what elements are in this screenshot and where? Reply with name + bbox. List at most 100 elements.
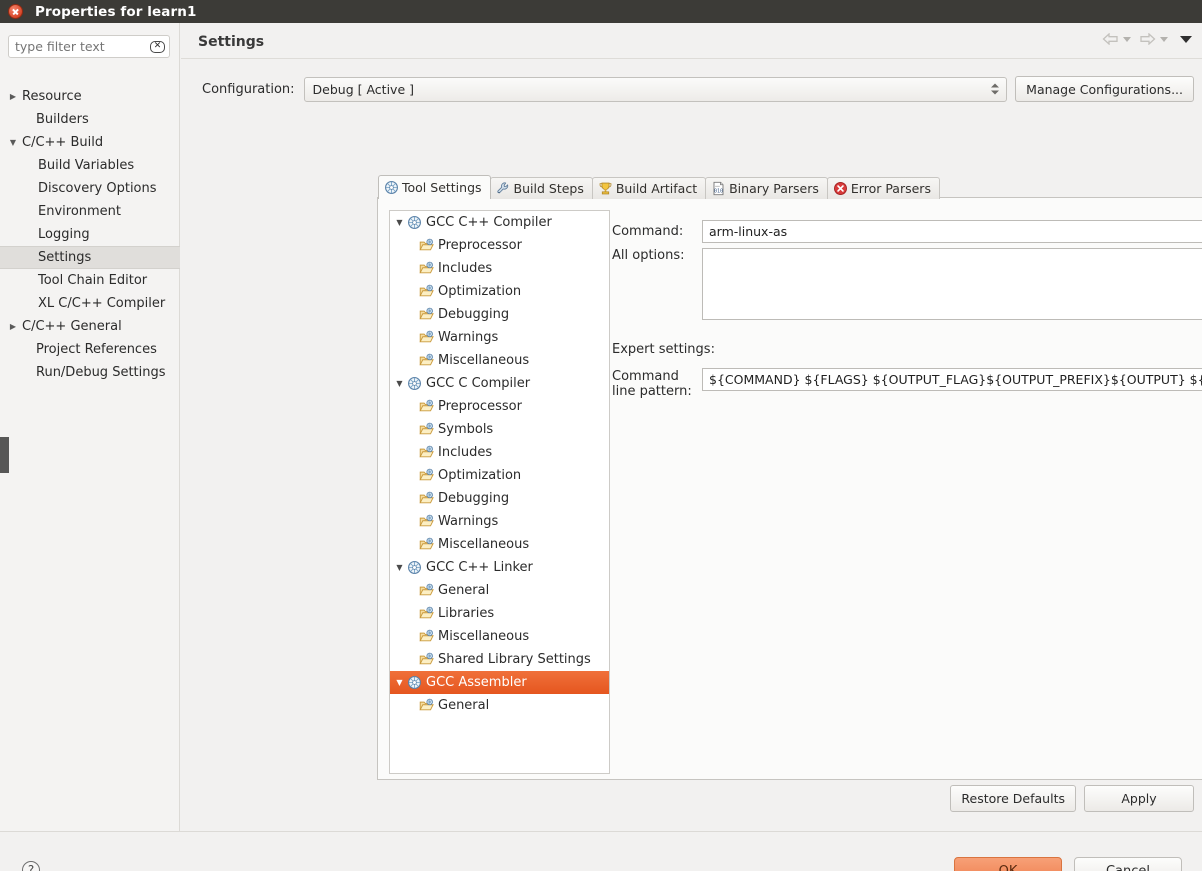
tool-tree-item-label: Shared Library Settings xyxy=(438,652,591,667)
configuration-select[interactable]: Debug [ Active ] xyxy=(303,76,1008,102)
command-input[interactable]: arm-linux-as xyxy=(702,220,1202,243)
sidebar-item-label: XL C/C++ Compiler xyxy=(38,296,166,311)
tool-tree-item[interactable]: Preprocessor xyxy=(390,234,609,257)
tool-tree-item-label: Warnings xyxy=(438,330,499,345)
forward-arrow-icon[interactable] xyxy=(1139,33,1156,45)
manage-configurations-button[interactable]: Manage Configurations... xyxy=(1015,76,1194,102)
tool-tree-item[interactable]: ▼ GCC Assembler xyxy=(390,671,609,694)
tool-tree-item[interactable]: Debugging xyxy=(390,303,609,326)
all-options-textarea[interactable] xyxy=(702,248,1202,320)
sidebar-item-builders[interactable]: Builders xyxy=(0,108,180,131)
back-arrow-icon[interactable] xyxy=(1102,33,1119,45)
command-line-pattern-input[interactable]: ${COMMAND} ${FLAGS} ${OUTPUT_FLAG}${OUTP… xyxy=(702,368,1202,391)
page-title: Settings xyxy=(198,34,265,50)
tool-tree-item[interactable]: Includes xyxy=(390,441,609,464)
option-folder-icon xyxy=(419,422,434,437)
tool-settings-panel: ▼ GCC C++ Compiler Preprocessor Includes Opt… xyxy=(377,197,1202,780)
filter-box[interactable]: ✕ xyxy=(8,35,170,58)
sidebar-item-logging[interactable]: Logging xyxy=(0,223,180,246)
tool-tree-item[interactable]: Symbols xyxy=(390,418,609,441)
tab-error-parsers[interactable]: Error Parsers xyxy=(826,177,940,199)
chevron-right-icon[interactable]: ▶ xyxy=(6,322,20,331)
command-row: Command: arm-linux-as xyxy=(612,220,1202,243)
close-icon[interactable] xyxy=(8,4,23,19)
tool-tree-item[interactable]: Miscellaneous xyxy=(390,349,609,372)
tool-tree-item[interactable]: Preprocessor xyxy=(390,395,609,418)
sidebar-item-c-c-general[interactable]: ▶ C/C++ General xyxy=(0,315,180,338)
tab-tool-settings[interactable]: Tool Settings xyxy=(378,175,491,199)
sidebar-item-resource[interactable]: ▶ Resource xyxy=(0,85,180,108)
option-folder-icon xyxy=(419,445,434,460)
tool-tree-item[interactable]: Miscellaneous xyxy=(390,533,609,556)
chevron-down-icon[interactable]: ▼ xyxy=(392,379,407,388)
sidebar-item-tool-chain-editor[interactable]: Tool Chain Editor xyxy=(0,269,180,292)
tool-tree-item[interactable]: ▼ GCC C++ Compiler xyxy=(390,211,609,234)
ok-button[interactable]: OK xyxy=(954,857,1062,871)
tab-build-steps[interactable]: Build Steps xyxy=(489,177,593,199)
sidebar-item-label: Settings xyxy=(38,250,92,265)
sidebar-item-environment[interactable]: Environment xyxy=(0,200,180,223)
chevron-down-icon[interactable]: ▼ xyxy=(392,563,407,572)
help-icon[interactable]: ? xyxy=(22,861,40,871)
tool-tree-item[interactable]: General xyxy=(390,579,609,602)
chevron-right-icon[interactable]: ▶ xyxy=(6,92,20,101)
tab-label: Binary Parsers xyxy=(729,181,819,196)
sidebar-item-discovery-options[interactable]: Discovery Options xyxy=(0,177,180,200)
sidebar-item-c-c-build[interactable]: ▼ C/C++ Build xyxy=(0,131,180,154)
option-folder-icon xyxy=(419,629,434,644)
sidebar-item-label: C/C++ Build xyxy=(22,135,104,150)
tool-tree-item-label: Libraries xyxy=(438,606,495,621)
configuration-row: Configuration: Debug [ Active ] Manage C… xyxy=(181,73,1202,105)
tool-tree-item-label: General xyxy=(438,698,490,713)
chevron-down-icon[interactable]: ▼ xyxy=(392,678,407,687)
sidebar-item-label: Resource xyxy=(22,89,82,104)
back-history-chevron-down-icon[interactable] xyxy=(1123,36,1131,42)
restore-defaults-button[interactable]: Restore Defaults xyxy=(950,785,1076,812)
settings-page: Settings Configuration: Debug [Active]… xyxy=(181,23,1202,831)
tool-tree-item[interactable]: ▼ GCC C++ Linker xyxy=(390,556,609,579)
chevron-down-icon[interactable]: ▼ xyxy=(6,138,20,147)
tool-tree-item[interactable]: Optimization xyxy=(390,280,609,303)
tool-tree-item[interactable]: Includes xyxy=(390,257,609,280)
tool-tree-item-label: Debugging xyxy=(438,307,510,322)
tool-tree-item-label: GCC C++ Linker xyxy=(426,560,533,575)
search-input[interactable] xyxy=(15,39,150,54)
tool-settings-icon xyxy=(384,180,399,195)
sidebar-item-settings[interactable]: Settings xyxy=(0,246,180,269)
cancel-button[interactable]: Cancel xyxy=(1074,857,1182,871)
tool-tree-item[interactable]: Optimization xyxy=(390,464,609,487)
tool-settings-icon xyxy=(407,675,422,690)
tab-binary-parsers[interactable]: 010 Binary Parsers xyxy=(705,177,828,199)
apply-button[interactable]: Apply xyxy=(1084,785,1194,812)
tool-tree-item[interactable]: Miscellaneous xyxy=(390,625,609,648)
tool-tree-item[interactable]: Warnings xyxy=(390,326,609,349)
sidebar-item-project-references[interactable]: Project References xyxy=(0,338,180,361)
tool-tree-item-label: Optimization xyxy=(438,468,522,483)
tab-build-artifact[interactable]: Build Artifact xyxy=(591,177,707,199)
page-navigation xyxy=(1102,33,1192,45)
tool-tree-item[interactable]: Libraries xyxy=(390,602,609,625)
svg-text:010: 010 xyxy=(714,188,723,194)
page-header: Settings xyxy=(181,23,1202,59)
tool-tree-item[interactable]: General xyxy=(390,694,609,717)
chevron-down-icon[interactable]: ▼ xyxy=(392,218,407,227)
trophy-icon xyxy=(598,181,613,196)
clear-icon[interactable]: ✕ xyxy=(150,40,165,53)
properties-page-tree[interactable]: ▶ Resource Builders ▼ C/C++ Build Build Varia… xyxy=(0,85,180,384)
all-options-label: All options: xyxy=(612,248,685,263)
tool-tree-item[interactable]: ▼ GCC C Compiler xyxy=(390,372,609,395)
tool-tree[interactable]: ▼ GCC C++ Compiler Preprocessor Includes Opt… xyxy=(389,210,610,774)
tool-tree-item[interactable]: Shared Library Settings xyxy=(390,648,609,671)
forward-history-chevron-down-icon[interactable] xyxy=(1160,36,1168,42)
settings-tabs[interactable]: Tool Settings Build Steps Build Artifact 01… xyxy=(378,175,940,199)
view-menu-icon[interactable] xyxy=(1180,35,1192,43)
sidebar-item-xl-c-c-compiler[interactable]: XL C/C++ Compiler xyxy=(0,292,180,315)
command-label: Command: xyxy=(612,224,684,239)
pattern-label-line1: Command xyxy=(612,369,679,384)
tool-tree-item[interactable]: Debugging xyxy=(390,487,609,510)
tool-tree-item[interactable]: Warnings xyxy=(390,510,609,533)
spinner-icon[interactable] xyxy=(991,83,1000,95)
sidebar-item-run-debug-settings[interactable]: Run/Debug Settings xyxy=(0,361,180,384)
sidebar-item-build-variables[interactable]: Build Variables xyxy=(0,154,180,177)
resize-sash-handle[interactable] xyxy=(0,437,9,473)
